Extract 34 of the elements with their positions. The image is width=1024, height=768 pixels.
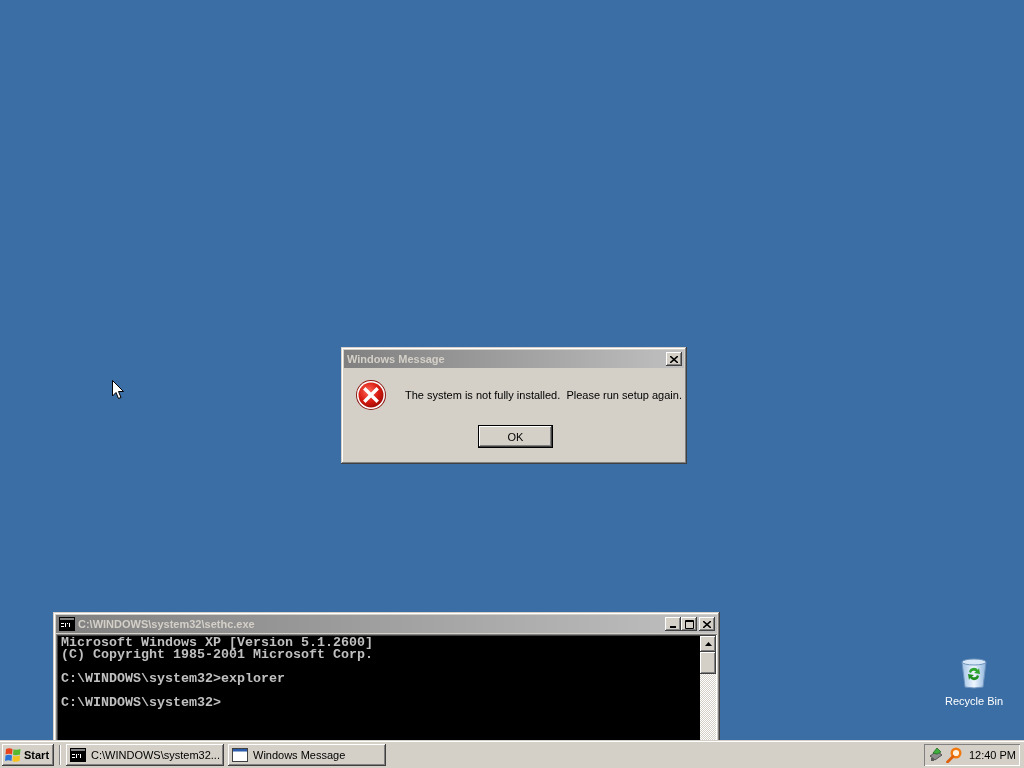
magnifier-icon[interactable] [946, 747, 962, 763]
window-icon [232, 748, 248, 762]
desktop-icon-label[interactable]: Recycle Bin [944, 695, 1004, 707]
window-title: Windows Message [347, 353, 445, 365]
console-icon [59, 617, 75, 631]
mouse-pointer-icon [112, 380, 124, 399]
taskbar-button[interactable]: C:\WINDOWS\system32... [66, 744, 224, 766]
minimize-button[interactable] [665, 617, 681, 631]
console-line: (C) Copyright 1985-2001 Microsoft Corp. [61, 649, 374, 661]
flag-icon [5, 747, 21, 763]
up-arrow-icon [704, 642, 712, 646]
close-icon [703, 620, 711, 628]
console-icon [70, 748, 86, 762]
scrollbar-thumb[interactable] [700, 652, 716, 674]
maximize-icon [684, 619, 694, 629]
close-button[interactable] [666, 352, 682, 366]
console-line: C:\WINDOWS\system32> [61, 697, 222, 709]
window-title: C:\WINDOWS\system32\sethc.exe [78, 618, 255, 630]
console-line: C:\WINDOWS\system32>explorer [61, 673, 286, 685]
scroll-up-button[interactable] [700, 636, 716, 652]
taskbar-button[interactable]: Windows Message [228, 744, 386, 766]
recycle-bin-icon[interactable] [958, 657, 990, 689]
start-button[interactable]: Start [2, 744, 54, 766]
minimize-icon [670, 626, 676, 628]
console-line: Microsoft Windows XP [Version 5.1.2600] [61, 637, 374, 649]
error-icon [355, 379, 387, 411]
maximize-button[interactable] [681, 617, 697, 631]
scrollbar[interactable] [700, 636, 716, 740]
clock: 12:40 PM [968, 749, 1016, 761]
device-icon[interactable] [928, 747, 944, 763]
dialog-message: The system is not fully installed. Please run setup again. [405, 389, 682, 401]
close-button[interactable] [699, 617, 715, 631]
close-icon [670, 355, 678, 363]
ok-button[interactable]: OK [478, 425, 553, 448]
